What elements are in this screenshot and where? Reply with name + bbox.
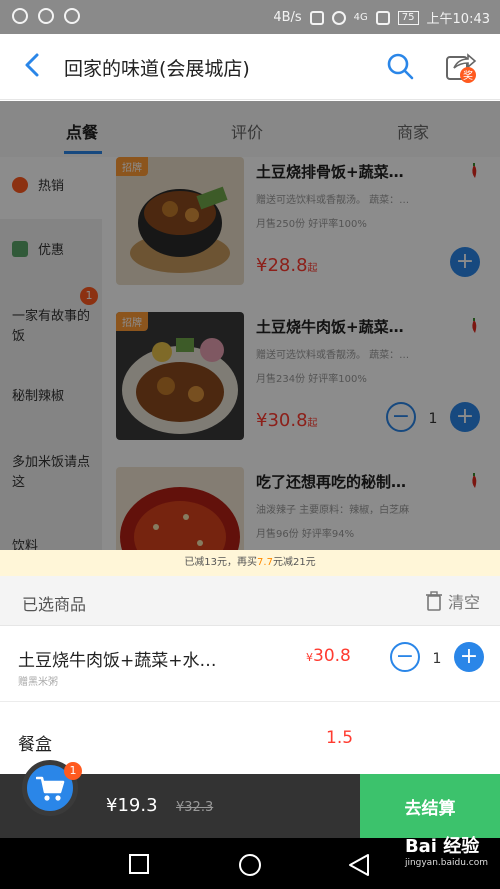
app-header: 回家的味道(会展城店) 奖 xyxy=(0,34,500,100)
alarm-icon xyxy=(331,10,346,25)
clear-cart-label: 清空 xyxy=(447,593,480,612)
selected-items-title: 已选商品 xyxy=(22,595,87,614)
cart-item-name: 土豆烧牛肉饭+蔬菜+水… xyxy=(18,651,217,671)
cart-sheet-header: 已选商品 清空 xyxy=(0,576,500,626)
checkout-button[interactable]: 去结算 xyxy=(360,774,500,838)
cart-item-price: 1.5 xyxy=(326,728,354,748)
search-icon[interactable] xyxy=(386,52,414,80)
signal-icon xyxy=(375,10,390,25)
cart-item-name: 餐盒 xyxy=(18,735,52,755)
vibrate-icon xyxy=(309,10,324,25)
cart-item-controls: −1 + xyxy=(390,642,484,672)
decrease-button[interactable]: − xyxy=(390,642,420,672)
page-title: 回家的味道(会展城店) xyxy=(64,58,250,80)
original-price: ¥32.3 xyxy=(176,800,214,815)
share-badge: 奖 xyxy=(463,69,473,82)
watermark: Bai 经验 jingyan.baidu.com xyxy=(404,836,488,868)
cart-count-badge: 1 xyxy=(64,762,82,780)
cart-row: 土豆烧牛肉饭+蔬菜+水… 赠黑米粥 ¥30.8 −1 + xyxy=(0,626,500,702)
recents-icon[interactable] xyxy=(128,853,150,875)
cart-item-note: 赠黑米粥 xyxy=(18,677,58,688)
messenger-icon xyxy=(38,8,54,24)
promo-amount: 7.7 xyxy=(257,557,273,568)
battery-level: 75 xyxy=(397,10,419,25)
add-button[interactable]: + xyxy=(454,642,484,672)
network-speed: 4B/s xyxy=(273,10,302,25)
status-bar: 4B/s 4G 75 上午10:43 xyxy=(0,0,500,34)
quantity: 1 xyxy=(432,650,442,667)
cart-item-price: ¥30.8 xyxy=(306,646,351,666)
cart-total: ¥19.3 xyxy=(106,795,158,816)
cart-sheet: 已选商品 清空 土豆烧牛肉饭+蔬菜+水… 赠黑米粥 ¥30.8 −1 + 餐盒 1… xyxy=(0,576,500,774)
clock: 上午10:43 xyxy=(426,12,490,27)
signal-type: 4G xyxy=(353,12,368,23)
dim-overlay[interactable] xyxy=(0,101,500,550)
back-icon[interactable] xyxy=(348,853,370,877)
notification-icon xyxy=(12,8,28,24)
share-icon[interactable]: 奖 xyxy=(444,50,478,84)
cart-icon xyxy=(36,776,65,801)
trash-icon xyxy=(425,591,442,611)
clear-cart-button[interactable]: 清空 xyxy=(425,589,480,613)
promo-bar: 已减13元，再买7.7元减21元 xyxy=(0,550,500,576)
health-icon xyxy=(64,8,80,24)
back-arrow-icon[interactable] xyxy=(18,50,48,80)
home-icon[interactable] xyxy=(238,853,262,877)
